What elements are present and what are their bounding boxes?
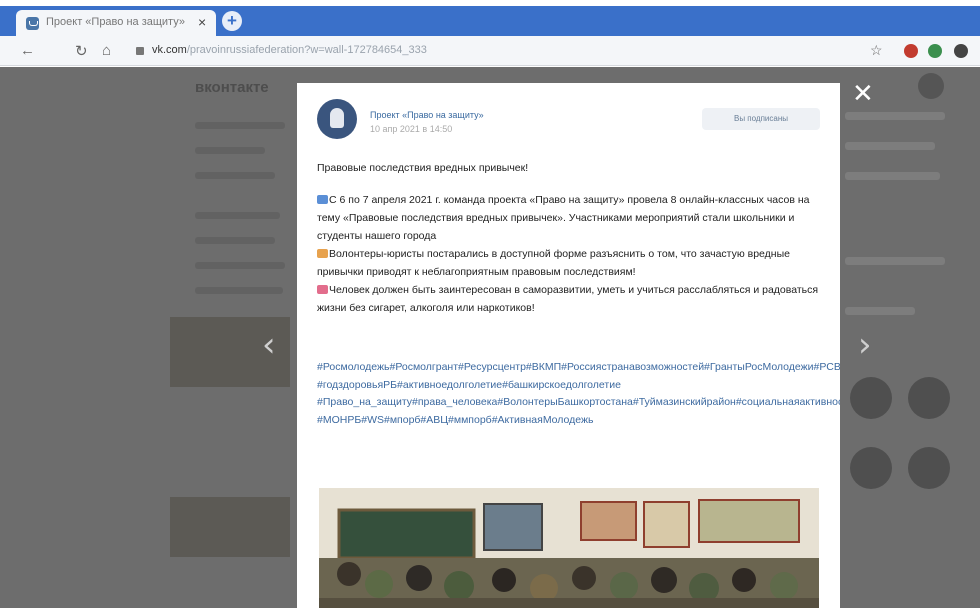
friend-avatar[interactable] bbox=[908, 377, 950, 419]
lock-icon bbox=[136, 47, 144, 55]
post-paragraph-1: С 6 по 7 апреля 2021 г. команда проекта … bbox=[317, 194, 810, 242]
post-paragraph-3: Человек должен быть заинтересован в само… bbox=[317, 284, 819, 314]
post-paragraph-2: Волонтеры-юристы постарались в доступной… bbox=[317, 248, 790, 278]
sidebar-item-2[interactable] bbox=[195, 147, 265, 154]
new-tab-button[interactable]: + bbox=[222, 11, 242, 31]
classroom-photo-illustration bbox=[319, 488, 819, 608]
sidebar-item-1[interactable] bbox=[195, 122, 285, 129]
close-modal-icon[interactable]: ✕ bbox=[852, 79, 874, 109]
sidebar-item-3[interactable] bbox=[195, 172, 275, 179]
heart-emoji-icon bbox=[317, 285, 328, 294]
prev-post-arrow-icon[interactable]: ‹ bbox=[262, 325, 276, 365]
friend-avatar[interactable] bbox=[850, 447, 892, 489]
url-path: /pravoinrussiafederation?w=wall-17278465… bbox=[186, 44, 427, 56]
tab-close-icon[interactable]: × bbox=[198, 14, 206, 30]
post-author[interactable]: Проект «Право на защиту» bbox=[370, 110, 484, 120]
post-body: С 6 по 7 апреля 2021 г. команда проекта … bbox=[317, 191, 822, 317]
post-hashtags[interactable]: #Росмолодежь#Росмолгрант#Ресурсцентр#ВКМ… bbox=[317, 359, 840, 429]
reload-icon[interactable]: ↻ bbox=[75, 42, 88, 60]
keycap-emoji-icon bbox=[317, 195, 328, 204]
extension-icon-1[interactable] bbox=[904, 44, 918, 58]
friend-avatar[interactable] bbox=[850, 377, 892, 419]
browser-tab[interactable]: Проект «Право на защиту» × bbox=[16, 10, 216, 36]
next-post-arrow-icon[interactable]: › bbox=[858, 325, 872, 365]
url-domain: vk.com bbox=[152, 44, 187, 56]
sidebar-item-7[interactable] bbox=[195, 287, 283, 294]
post-date[interactable]: 10 апр 2021 в 14:50 bbox=[370, 124, 452, 134]
side-photo-2[interactable] bbox=[170, 497, 290, 557]
post-title: Правовые последствия вредных привычек! bbox=[317, 162, 529, 174]
home-icon[interactable]: ⌂ bbox=[102, 42, 111, 59]
right-column-line bbox=[845, 172, 940, 180]
right-column-line bbox=[845, 257, 945, 265]
browser-tab-strip: Проект «Право на защиту» × + bbox=[0, 6, 980, 36]
group-avatar[interactable] bbox=[317, 99, 357, 139]
subscribed-button[interactable]: Вы подписаны bbox=[702, 108, 820, 130]
friend-avatar[interactable] bbox=[908, 447, 950, 489]
extension-icon-2[interactable] bbox=[928, 44, 942, 58]
user-avatar[interactable] bbox=[918, 73, 944, 99]
address-bar: ← ↻ ⌂ vk.com/pravoinrussiafederation?w=w… bbox=[0, 36, 980, 66]
sidebar-item-4[interactable] bbox=[195, 212, 280, 219]
url-field[interactable]: vk.com/pravoinrussiafederation?w=wall-17… bbox=[152, 44, 427, 56]
right-column-line bbox=[845, 307, 915, 315]
post-modal: Проект «Право на защиту» 10 апр 2021 в 1… bbox=[297, 83, 840, 608]
page-overlay[interactable]: вконтакте ‹ › ✕ Проект «Право на защиту»… bbox=[0, 67, 980, 608]
back-arrow-icon[interactable]: ← bbox=[20, 42, 35, 59]
right-column-line bbox=[845, 112, 945, 120]
post-photo[interactable] bbox=[319, 488, 819, 608]
vk-logo[interactable]: вконтакте bbox=[195, 79, 269, 96]
vk-favicon-icon bbox=[26, 17, 39, 30]
bookmark-star-icon[interactable]: ☆ bbox=[870, 42, 883, 59]
right-column-line bbox=[845, 142, 935, 150]
people-emoji-icon bbox=[317, 249, 328, 258]
sidebar-item-6[interactable] bbox=[195, 262, 285, 269]
sidebar-item-5[interactable] bbox=[195, 237, 275, 244]
extension-icon-3[interactable] bbox=[954, 44, 968, 58]
tab-title: Проект «Право на защиту» bbox=[46, 16, 185, 28]
